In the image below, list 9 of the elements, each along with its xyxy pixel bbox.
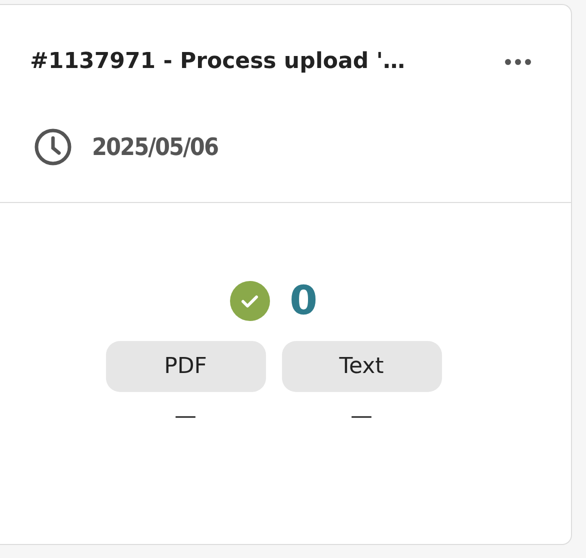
- job-title: #1137971 - Process upload '…: [30, 48, 405, 76]
- format-button[interactable]: PDF: [106, 341, 266, 392]
- format-value: —: [174, 403, 196, 431]
- date-text: 2025/05/06: [92, 132, 218, 163]
- count-text: 0: [290, 281, 318, 321]
- clock-icon: [34, 128, 72, 166]
- format-button[interactable]: Text: [282, 341, 442, 392]
- format-value: —: [350, 403, 372, 431]
- more-icon[interactable]: [505, 58, 531, 64]
